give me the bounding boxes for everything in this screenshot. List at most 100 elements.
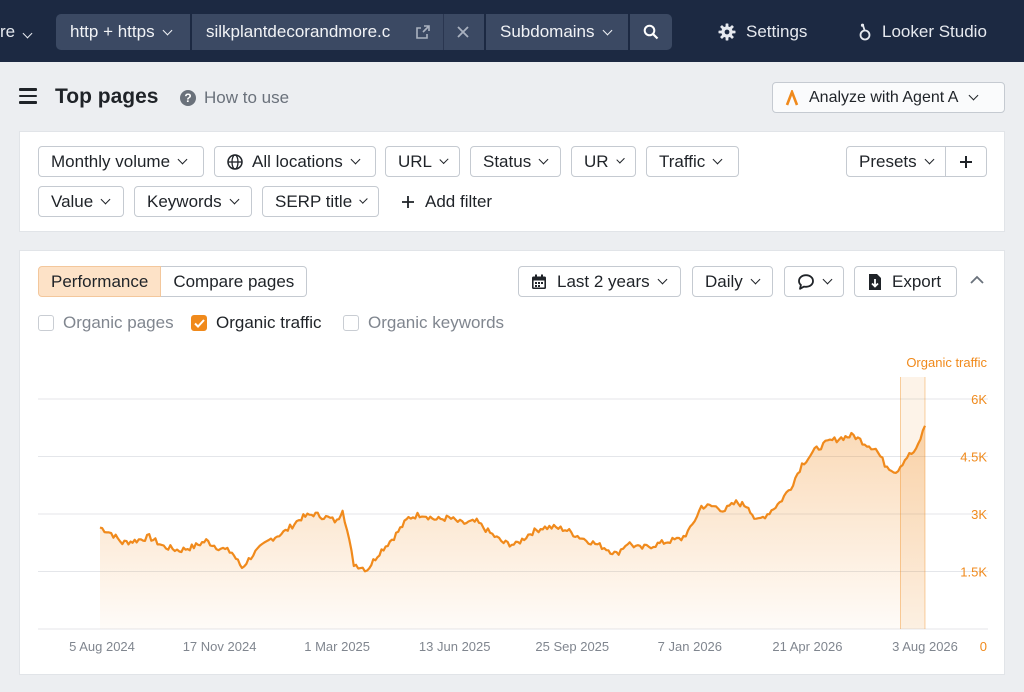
plus-icon (402, 196, 414, 208)
metric-label: Organic keywords (368, 313, 505, 332)
comment-icon (798, 273, 814, 290)
y-tick-label: 3K (971, 507, 987, 522)
chevron-down-icon (924, 154, 935, 165)
agent-logo-icon (785, 89, 799, 105)
settings-label: Settings (746, 22, 808, 41)
presets-button[interactable]: Presets (846, 146, 946, 177)
subdomains-label: Subdomains (500, 22, 595, 41)
menu-icon[interactable] (19, 88, 37, 104)
export-label: Export (892, 271, 942, 291)
y-tick-label: 4.5K (960, 450, 987, 465)
date-range-label: Last 2 years (557, 271, 650, 291)
looker-studio-link[interactable]: Looker Studio (858, 22, 987, 42)
protocol-label: http + https (70, 22, 155, 41)
clear-icon[interactable] (456, 25, 470, 39)
chevron-down-icon (350, 154, 361, 165)
metric-organic-keywords[interactable]: Organic keywords (343, 313, 504, 333)
divider (443, 14, 444, 50)
agent-button-label: Analyze with Agent A (809, 88, 959, 106)
filter-traffic[interactable]: Traffic (646, 146, 739, 177)
collapse-icon[interactable] (970, 275, 984, 285)
presets-label: Presets (859, 151, 917, 171)
export-icon (869, 273, 881, 290)
chevron-down-icon (750, 274, 761, 285)
x-tick-label: 13 Jun 2025 (419, 639, 491, 654)
chevron-down-icon (822, 274, 833, 285)
x-tick-label: 3 Aug 2026 (892, 639, 958, 654)
metric-organic-traffic[interactable]: Organic traffic (191, 313, 322, 333)
filter-status[interactable]: Status (470, 146, 561, 177)
chevron-down-icon (177, 154, 188, 165)
checkbox-icon (343, 315, 359, 331)
calendar-icon (532, 274, 546, 289)
analyze-with-agent-button[interactable]: Analyze with Agent A (772, 82, 1005, 113)
settings-link[interactable]: Settings (718, 22, 807, 42)
granularity-selector[interactable]: Daily (692, 266, 773, 297)
y-axis-title: Organic traffic (906, 355, 987, 370)
filter-label: All locations (252, 151, 343, 171)
search-icon (643, 24, 659, 40)
chevron-down-icon (968, 90, 979, 101)
filters-panel: Monthly volume All locations URL Status … (19, 131, 1005, 232)
globe-icon (227, 153, 243, 170)
date-range-selector[interactable]: Last 2 years (518, 266, 681, 297)
chart-tabs: Performance Compare pages (38, 266, 308, 297)
filter-label: Monthly volume (51, 151, 171, 171)
search-button[interactable] (630, 14, 672, 50)
add-filter-button[interactable]: Add filter (401, 192, 492, 212)
filter-label: Traffic (659, 151, 706, 171)
tab-compare-pages[interactable]: Compare pages (161, 266, 308, 297)
top-navigation-bar: re http + https silkplantdecorandmore.c … (0, 0, 1024, 62)
organic-traffic-chart[interactable]: 0 1.5K 3K 4.5K 6K Organic traffic 5 Aug 2024 17… (20, 351, 1004, 671)
x-tick-label: 25 Sep 2025 (535, 639, 609, 654)
filter-ur[interactable]: UR (571, 146, 636, 177)
subdomains-selector[interactable]: Subdomains (486, 14, 628, 50)
metric-label: Organic traffic (216, 313, 322, 332)
domain-input[interactable]: silkplantdecorandmore.c (192, 14, 484, 50)
filter-all-locations[interactable]: All locations (214, 146, 376, 177)
filter-serp-title[interactable]: SERP title (262, 186, 379, 217)
add-filter-label: Add filter (425, 192, 493, 211)
gear-icon (718, 23, 736, 41)
granularity-label: Daily (705, 271, 743, 291)
annotations-button[interactable] (784, 266, 844, 297)
filter-label: UR (584, 151, 609, 171)
x-tick-label: 17 Nov 2024 (183, 639, 257, 654)
plus-icon (960, 155, 972, 168)
tab-performance[interactable]: Performance (38, 266, 162, 297)
y-tick-label: 1.5K (960, 565, 987, 580)
chevron-down-icon (657, 274, 668, 285)
chevron-down-icon (100, 194, 111, 205)
metric-organic-pages[interactable]: Organic pages (38, 313, 174, 333)
chevron-down-icon (712, 154, 723, 165)
filter-url[interactable]: URL (385, 146, 460, 177)
protocol-selector[interactable]: http + https (56, 14, 190, 50)
chevron-down-icon (359, 195, 368, 204)
filter-label: URL (398, 151, 433, 171)
looker-studio-icon (859, 23, 871, 41)
export-button[interactable]: Export (854, 266, 957, 297)
add-preset-button[interactable] (945, 146, 987, 177)
chevron-down-icon (162, 25, 173, 35)
external-link-icon[interactable] (415, 24, 431, 40)
filter-label: Value (51, 191, 94, 211)
filter-value[interactable]: Value (38, 186, 124, 217)
x-tick-label: 7 Jan 2026 (658, 639, 722, 654)
page-title: Top pages (55, 85, 159, 108)
x-tick-label: 5 Aug 2024 (69, 639, 135, 654)
looker-studio-label: Looker Studio (882, 22, 987, 41)
y-tick-label: 0 (980, 639, 987, 654)
filter-monthly-volume[interactable]: Monthly volume (38, 146, 204, 177)
filter-keywords[interactable]: Keywords (134, 186, 252, 217)
filter-label: Keywords (147, 191, 222, 211)
nav-cut-text[interactable]: re (0, 22, 33, 42)
domain-value: silkplantdecorandmore.c (206, 22, 391, 41)
chevron-down-icon (22, 28, 33, 39)
nav-cut-label: re (0, 22, 16, 41)
checkbox-icon (38, 315, 54, 331)
x-tick-label: 21 Apr 2026 (772, 639, 842, 654)
chevron-down-icon (615, 155, 625, 164)
how-to-use-link[interactable]: ? How to use (180, 88, 289, 108)
help-icon: ? (180, 90, 196, 106)
checkbox-checked-icon (191, 315, 207, 331)
